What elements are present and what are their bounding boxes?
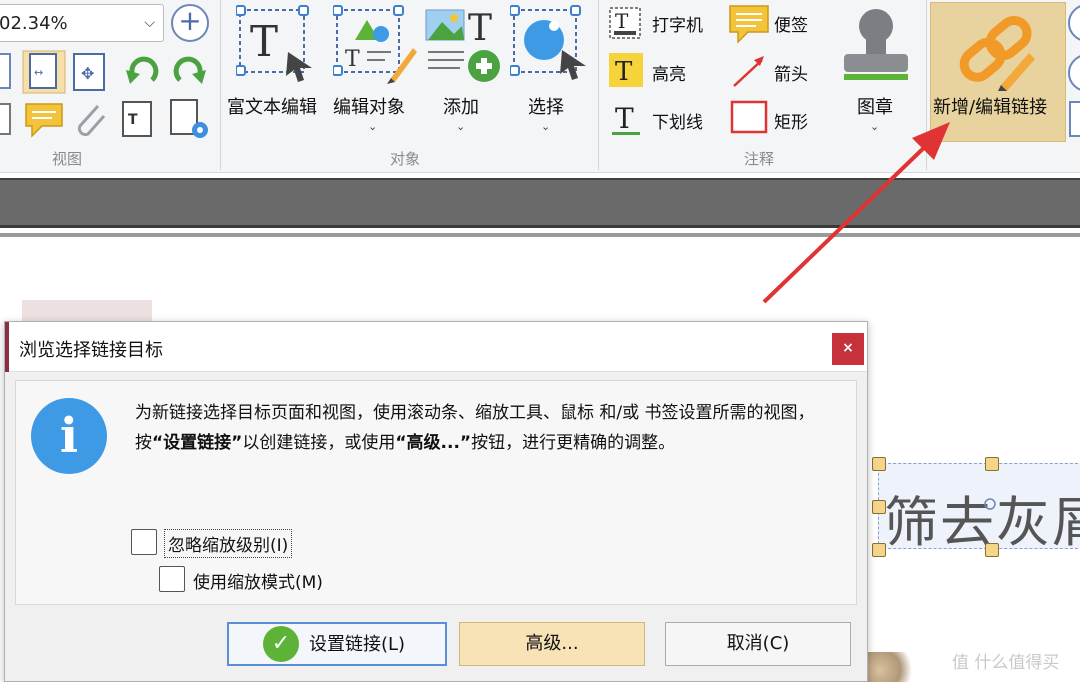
chevron-down-icon: ⌄	[541, 120, 551, 133]
text-page-icon[interactable]: T	[120, 100, 156, 140]
resize-handle[interactable]	[985, 457, 999, 471]
zoom-level-value: 02.34%	[0, 13, 68, 34]
dialog-message: 为新链接选择目标页面和视图，使用滚动条、缩放工具、鼠标 和/或 书签设置所需的视…	[135, 398, 855, 458]
chevron-down-icon: ⌵	[144, 15, 155, 31]
use-zoom-mode-checkbox[interactable]	[159, 566, 185, 592]
resize-handle[interactable]	[872, 457, 886, 471]
svg-text:T: T	[345, 47, 360, 72]
svg-text:T: T	[128, 112, 138, 128]
edit-object-icon: T	[333, 5, 417, 84]
svg-text:T: T	[468, 8, 492, 49]
svg-text:✥: ✥	[81, 64, 94, 83]
page-decoration	[22, 300, 152, 322]
rotate-left-icon[interactable]	[122, 52, 164, 92]
use-zoom-mode-label[interactable]: 使用缩放模式(M)	[193, 568, 323, 593]
underline-label: 下划线	[652, 113, 703, 133]
watermark: 值 什么值得买	[952, 653, 1060, 673]
info-icon: i	[31, 398, 107, 474]
comment-icon[interactable]	[24, 100, 64, 140]
message-bold-set-link: “设置链接”	[152, 433, 243, 453]
zoom-in-button[interactable]: +	[171, 4, 209, 42]
highlight-label: 高亮	[652, 65, 686, 85]
svg-text:T: T	[615, 57, 633, 87]
link-icon	[959, 15, 1035, 91]
rotate-right-icon[interactable]	[168, 52, 210, 92]
edit-object-label: 编辑对象	[333, 97, 405, 118]
page-image-fragment	[862, 652, 922, 682]
browse-link-target-dialog: 浏览选择链接目标 × i 为新链接选择目标页面和视图，使用滚动条、缩放工具、鼠标…	[4, 321, 868, 682]
fit-width-icon[interactable]: ↔	[22, 50, 66, 94]
group-label-view: 视图	[52, 150, 83, 168]
svg-text:T: T	[615, 9, 629, 33]
arrow-label: 箭头	[774, 65, 808, 85]
message-text: 按钮，进行更精确的调整。	[471, 433, 676, 453]
set-link-label: 设置链接(L)	[309, 634, 406, 655]
selected-text[interactable]: 筛去灰屑	[884, 478, 1080, 557]
close-button[interactable]: ×	[832, 333, 864, 365]
rich-text-edit-label: 富文本编辑	[227, 97, 317, 118]
zoom-in-button-right[interactable]	[1068, 4, 1080, 42]
resize-handle[interactable]	[872, 500, 886, 514]
group-divider	[598, 0, 599, 170]
add-content-icon: T	[425, 8, 500, 82]
typewriter-label: 打字机	[652, 16, 703, 36]
page-view-icon[interactable]	[0, 52, 14, 92]
svg-text:↔: ↔	[34, 66, 43, 79]
stamp-icon	[844, 9, 908, 80]
sticky-note-label: 便签	[774, 16, 808, 36]
svg-text:T: T	[615, 102, 634, 135]
svg-text:T: T	[250, 17, 278, 66]
underline-icon: T	[612, 102, 640, 135]
document-icon[interactable]	[0, 102, 14, 138]
red-arrow-annotation	[762, 122, 950, 304]
fit-page-icon[interactable]: ✥	[72, 52, 108, 94]
zoom-out-button-right[interactable]	[1068, 54, 1080, 92]
group-label-object: 对象	[390, 150, 421, 168]
add-label: 添加	[443, 97, 479, 118]
rotate-handle-icon[interactable]	[982, 496, 998, 512]
highlight-icon: T	[609, 53, 643, 87]
chevron-down-icon: ⌄	[368, 120, 378, 133]
group-divider	[220, 0, 221, 170]
dialog-title: 浏览选择链接目标	[19, 340, 163, 361]
page-settings-icon[interactable]	[168, 98, 212, 142]
select-label: 选择	[528, 97, 564, 118]
message-text: 以创建链接，或使用	[242, 433, 396, 453]
cancel-button[interactable]: 取消(C)	[665, 622, 851, 666]
rich-text-edit-icon: T	[236, 5, 312, 82]
page-view-icon-right[interactable]	[1068, 100, 1080, 140]
ignore-zoom-checkbox[interactable]	[131, 529, 157, 555]
set-link-button[interactable]: ✓ 设置链接(L)	[227, 622, 447, 666]
ignore-zoom-label[interactable]: 忽略缩放级别(I)	[163, 529, 293, 558]
sticky-note-icon	[729, 5, 769, 44]
typewriter-icon: T	[609, 7, 641, 39]
check-icon: ✓	[263, 626, 299, 662]
select-icon	[510, 5, 586, 80]
title-accent	[5, 322, 9, 372]
chevron-down-icon: ⌄	[456, 120, 466, 133]
dialog-title-bar[interactable]: 浏览选择链接目标 ×	[5, 322, 867, 372]
resize-handle[interactable]	[985, 543, 999, 557]
zoom-level-select[interactable]: 02.34% ⌵	[0, 4, 164, 42]
advanced-button[interactable]: 高级...	[459, 622, 645, 666]
resize-handle[interactable]	[872, 543, 886, 557]
paperclip-icon[interactable]	[70, 100, 110, 140]
arrow-icon	[733, 56, 764, 87]
message-bold-advanced: “高级...”	[395, 433, 472, 453]
